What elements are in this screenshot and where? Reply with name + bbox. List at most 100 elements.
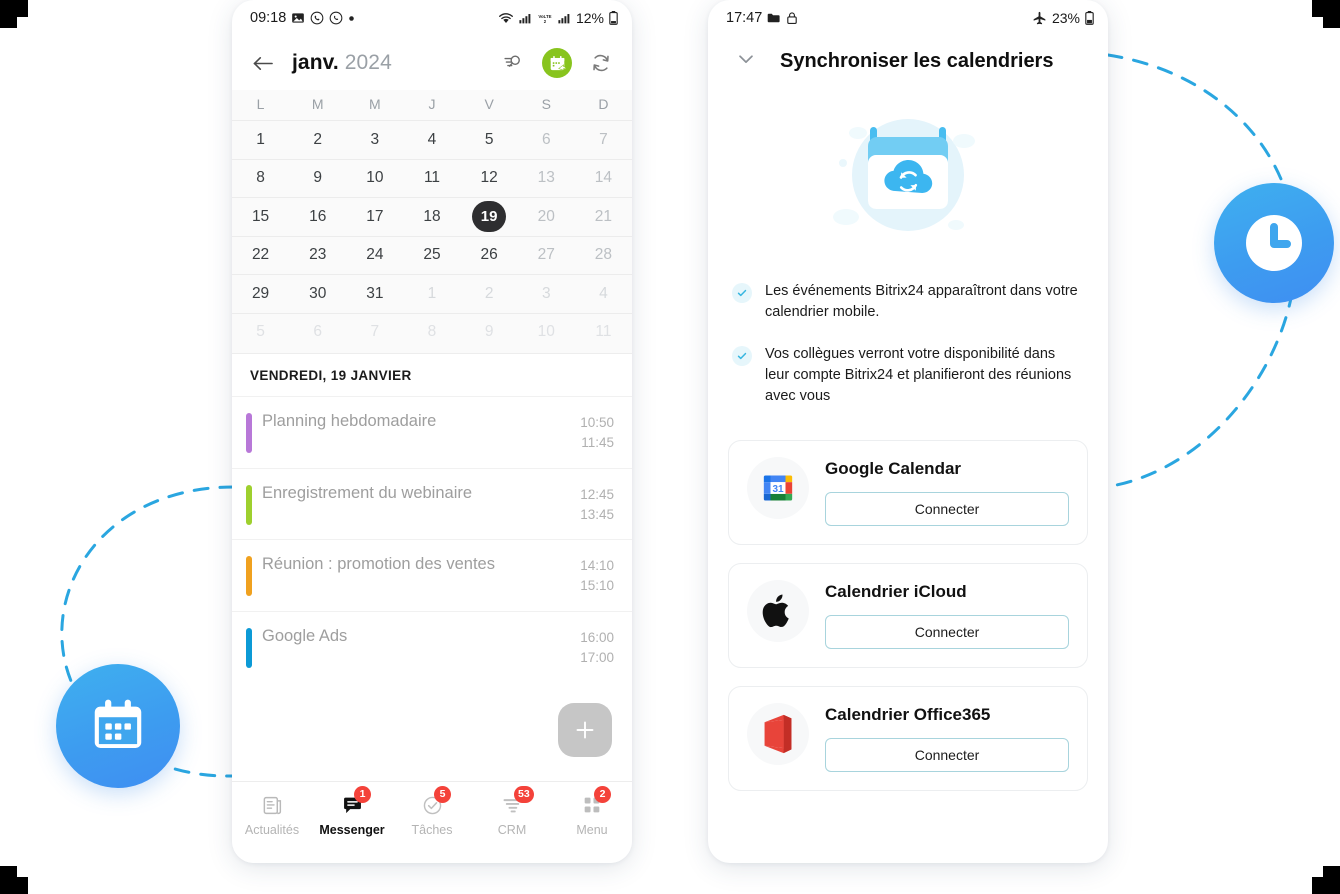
connect-button[interactable]: Connecter [825, 737, 1069, 772]
calendar-day[interactable]: 18 [403, 198, 460, 236]
calendar-day[interactable]: 8 [403, 314, 460, 352]
calendar-day[interactable]: 1 [232, 121, 289, 159]
calendar-day[interactable]: 2 [461, 275, 518, 313]
whatsapp-icon [310, 11, 324, 25]
calendar-day[interactable]: 22 [232, 237, 289, 275]
calendar-day[interactable]: 15 [232, 198, 289, 236]
nav-badge: 5 [434, 786, 451, 803]
calendar-day[interactable]: 4 [403, 121, 460, 159]
event-title: Google Ads [262, 626, 348, 645]
calendar-day[interactable]: 28 [575, 237, 632, 275]
calendar-day-selected[interactable]: 19 [461, 198, 518, 236]
benefit-text: Vos collègues verront votre disponibilit… [765, 345, 1072, 405]
svg-text:VoLTE: VoLTE [538, 13, 551, 18]
create-event-fab[interactable] [558, 703, 612, 757]
calendar-day[interactable]: 5 [461, 121, 518, 159]
decorative-dashed-arcs [60, 53, 1298, 778]
calendar-day[interactable]: 31 [346, 275, 403, 313]
weekday-label: D [598, 96, 609, 112]
connect-button[interactable]: Connecter [825, 491, 1069, 526]
calendar-day[interactable]: 16 [289, 198, 346, 236]
calendar-day[interactable]: 20 [518, 198, 575, 236]
event-title: Planning hebdomadaire [262, 412, 437, 430]
nav-badge: 2 [594, 786, 611, 803]
calendar-day[interactable]: 9 [461, 314, 518, 352]
calendar-day[interactable]: 30 [289, 275, 346, 313]
nav-item-actualit-s[interactable]: Actualités [232, 793, 312, 837]
calendar-year: 2024 [344, 51, 392, 74]
sync-icon [593, 54, 609, 72]
check-icon [732, 345, 752, 366]
event-row[interactable]: Google Ads 16:00 17:00 [232, 610, 632, 683]
chevron-down-icon [739, 55, 753, 63]
calendar-day[interactable]: 3 [346, 121, 403, 159]
event-row[interactable]: Réunion : promotion des ventes 14:10 15:10 [232, 539, 632, 611]
calendar-day[interactable]: 14 [575, 160, 632, 198]
calendar-day[interactable]: 5 [232, 314, 289, 352]
event-time: 10:50 11:45 [580, 411, 614, 454]
nav-item-menu[interactable]: 2 Menu [552, 786, 632, 837]
sync-button[interactable] [586, 48, 616, 78]
calendar-day[interactable]: 11 [403, 160, 460, 198]
calendar-day[interactable]: 6 [518, 121, 575, 159]
event-start-time: 14:10 [580, 558, 614, 573]
calendar-day[interactable]: 7 [346, 314, 403, 352]
calendar-day[interactable]: 10 [346, 160, 403, 198]
event-row[interactable]: Planning hebdomadaire 10:50 11:45 [232, 396, 632, 468]
calendar-week-row: 22 23 24 25 26 27 28 [232, 235, 632, 275]
calendar-day[interactable]: 17 [346, 198, 403, 236]
provider-card: Calendrier Office365 Connecter [728, 685, 1088, 791]
event-end-time: 17:00 [580, 649, 614, 665]
connect-button[interactable]: Connecter [825, 614, 1069, 649]
calendar-day[interactable]: 11 [575, 314, 632, 352]
calendar-day[interactable]: 2 [289, 121, 346, 159]
status-bar-left: 09:18 VoLTE 2 12% [232, 0, 632, 36]
add-event-button[interactable] [542, 48, 572, 78]
calendar-week-row: 8 9 10 11 12 13 14 [232, 158, 632, 198]
calendar-day[interactable]: 8 [232, 160, 289, 198]
collapse-button[interactable] [734, 48, 758, 75]
calendar-day[interactable]: 24 [346, 237, 403, 275]
calendar-day[interactable]: 6 [289, 314, 346, 352]
calendar-day[interactable]: 23 [289, 237, 346, 275]
event-time: 12:45 13:45 [580, 483, 614, 526]
nav-item-messenger[interactable]: 1 Messenger [312, 786, 392, 837]
calendar-day[interactable]: 21 [575, 198, 632, 236]
search-filter-button[interactable] [498, 48, 528, 78]
battery-icon [1085, 11, 1094, 25]
provider-name: Calendrier Office365 [825, 704, 991, 724]
nav-item-label: Actualités [244, 823, 300, 837]
provider-name: Google Calendar [825, 458, 962, 478]
nav-item-label: Tâches [411, 823, 453, 837]
nav-item-label: Menu [576, 823, 608, 837]
calendar-day[interactable]: 9 [289, 160, 346, 198]
event-time: 16:00 17:00 [580, 626, 614, 669]
calendar-day[interactable]: 27 [518, 237, 575, 275]
crop-mark-bottom-right [1312, 866, 1340, 894]
calendar-day[interactable]: 29 [232, 275, 289, 313]
calendar-day[interactable]: 25 [403, 237, 460, 275]
page-title[interactable]: janv. 2024 [292, 51, 392, 75]
apple-icon [747, 579, 809, 642]
calendar-share-icon [550, 55, 566, 71]
calendar-day[interactable]: 7 [575, 121, 632, 159]
nav-item-crm[interactable]: 53 CRM [472, 786, 552, 837]
calendar-day[interactable]: 12 [461, 160, 518, 198]
back-button[interactable] [248, 48, 278, 78]
calendar-day[interactable]: 3 [518, 275, 575, 313]
event-start-time: 12:45 [580, 486, 614, 502]
calendar-day[interactable]: 1 [403, 275, 460, 313]
event-title: Réunion : promotion des ventes [262, 555, 495, 573]
event-start-time: 10:50 [580, 415, 614, 430]
calendar-day[interactable]: 26 [461, 237, 518, 275]
event-row[interactable]: Enregistrement du webinaire 12:45 13:45 [232, 467, 632, 540]
calendar-day[interactable]: 13 [518, 160, 575, 198]
signal2-icon [558, 13, 570, 23]
weekday-label: L [256, 96, 265, 112]
decorative-clock-badge [1214, 183, 1334, 303]
status-battery-percent: 23% [1051, 10, 1080, 26]
office365-icon [747, 702, 809, 765]
calendar-day[interactable]: 4 [575, 275, 632, 313]
calendar-day[interactable]: 10 [518, 314, 575, 352]
nav-item-t-ches[interactable]: 5 Tâches [392, 786, 472, 837]
